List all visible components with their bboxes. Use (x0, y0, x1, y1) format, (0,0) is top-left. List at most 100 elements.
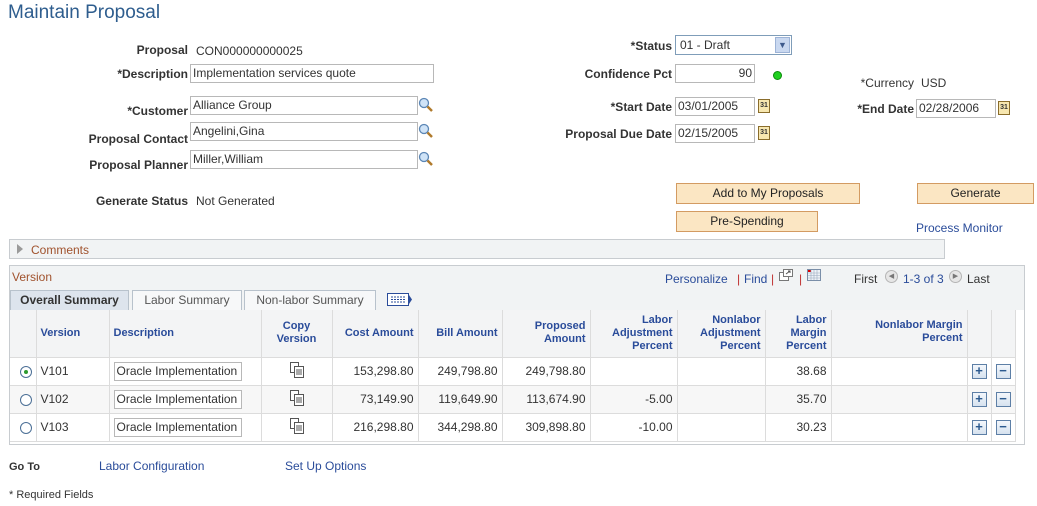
delete-row-button[interactable]: − (995, 391, 1011, 407)
col-header-cost-amount: Cost Amount (332, 310, 419, 358)
separator: | (799, 272, 803, 286)
generate-button[interactable]: Generate (917, 183, 1034, 204)
add-row-button[interactable]: + (971, 419, 987, 435)
bill-amount: 119,649.90 (418, 385, 503, 414)
end-date-input[interactable]: 02/28/2006 (916, 99, 996, 118)
end-date-calendar-icon[interactable]: 31 (998, 101, 1010, 115)
add-row-button[interactable]: + (971, 391, 987, 407)
copy-version-icon[interactable] (289, 361, 304, 378)
page-title: Maintain Proposal (8, 2, 161, 23)
status-label: *Status (630, 39, 672, 53)
due-date-calendar-icon[interactable]: 31 (758, 126, 770, 140)
add-row-button[interactable]: + (971, 363, 987, 379)
start-date-input[interactable]: 03/01/2005 (675, 97, 755, 116)
grid-title: Version (12, 270, 53, 284)
version-description-input[interactable]: Oracle Implementation (113, 389, 242, 409)
col-header-nonlabor-adjustment-percent: Nonlabor Adjustment Percent (677, 310, 766, 358)
proposed-amount: 113,674.90 (502, 385, 591, 414)
description-input[interactable]: Implementation services quote (190, 64, 434, 83)
separator: | (737, 272, 741, 286)
cost-amount: 216,298.80 (332, 413, 419, 442)
row-range: 1-3 of 3 (903, 272, 944, 286)
col-header-version: Version (36, 310, 110, 358)
confidence-pct-label: Confidence Pct (584, 67, 672, 81)
proposal-id: CON000000000025 (196, 44, 303, 58)
comments-section-header[interactable]: Comments (9, 239, 945, 259)
next-page-icon[interactable]: ▶ (949, 270, 962, 283)
add-to-my-proposals-button[interactable]: Add to My Proposals (676, 183, 860, 204)
table-row: V102 Oracle Implementation 73,149.90 119… (10, 385, 1016, 414)
planner-lookup-icon[interactable] (418, 151, 434, 167)
proposal-label: Proposal (136, 43, 188, 57)
col-header-labor-adjustment-percent: Labor Adjustment Percent (590, 310, 678, 358)
col-header-labor-margin-percent: Labor Margin Percent (765, 310, 832, 358)
col-header-select (10, 310, 37, 358)
version-link[interactable]: V103 (36, 413, 110, 442)
delete-row-button[interactable]: − (995, 419, 1011, 435)
proposal-contact-input[interactable]: Angelini,Gina (190, 122, 418, 141)
labor-configuration-link[interactable]: Labor Configuration (99, 459, 204, 473)
copy-version-icon[interactable] (289, 389, 304, 406)
version-description-input[interactable]: Oracle Implementation (113, 417, 242, 437)
go-to-label: Go To (9, 461, 40, 473)
set-up-options-link[interactable]: Set Up Options (285, 459, 366, 473)
col-header-add (967, 310, 992, 358)
start-date-label: *Start Date (610, 100, 672, 114)
customer-lookup-icon[interactable] (418, 97, 434, 113)
version-link[interactable]: V101 (36, 357, 110, 386)
col-header-bill-amount: Bill Amount (418, 310, 503, 358)
tab-labor-summary[interactable]: Labor Summary (132, 290, 242, 310)
row-select-radio[interactable] (19, 393, 32, 406)
separator: | (771, 272, 775, 286)
process-monitor-link[interactable]: Process Monitor (916, 221, 1003, 235)
row-select-radio[interactable] (19, 421, 32, 434)
generate-status-label: Generate Status (95, 194, 188, 208)
nonlabor-adjustment-percent (677, 385, 766, 414)
find-link[interactable]: Find (744, 272, 767, 286)
table-row: V103 Oracle Implementation 216,298.80 34… (10, 413, 1016, 442)
grid-header-bar: Version Personalize | Find | | First ◀ 1… (10, 266, 1024, 288)
nonlabor-adjustment-percent (677, 357, 766, 386)
delete-row-button[interactable]: − (995, 363, 1011, 379)
status-selected-value: 01 - Draft (680, 38, 731, 52)
version-table: Version Description Copy Version Cost Am… (10, 310, 1016, 442)
contact-lookup-icon[interactable] (418, 123, 434, 139)
expand-triangle-icon[interactable] (17, 244, 23, 254)
labor-adjustment-percent: -5.00 (590, 385, 678, 414)
tab-non-labor-summary[interactable]: Non-labor Summary (244, 290, 376, 310)
col-header-nonlabor-margin-percent: Nonlabor Margin Percent (831, 310, 968, 358)
pre-spending-button[interactable]: Pre-Spending (676, 211, 818, 232)
start-date-calendar-icon[interactable]: 31 (758, 99, 770, 113)
proposal-due-date-label: Proposal Due Date (565, 127, 672, 141)
required-fields-note: * Required Fields (9, 489, 94, 501)
row-select-radio[interactable] (19, 365, 32, 378)
version-grid: Version Personalize | Find | | First ◀ 1… (9, 265, 1025, 445)
customer-input[interactable]: Alliance Group (190, 96, 418, 115)
view-all-popup-icon[interactable] (779, 269, 793, 281)
currency-label: *Currency (860, 76, 914, 90)
description-label: *Description (117, 67, 188, 81)
end-date-label: *End Date (857, 102, 914, 116)
personalize-link[interactable]: Personalize (665, 272, 728, 286)
labor-margin-percent: 35.70 (765, 385, 832, 414)
previous-page-icon[interactable]: ◀ (885, 270, 898, 283)
copy-version-icon[interactable] (289, 417, 304, 434)
chevron-down-icon[interactable]: ▼ (775, 37, 790, 53)
proposed-amount: 309,898.80 (502, 413, 591, 442)
cost-amount: 73,149.90 (332, 385, 419, 414)
version-link[interactable]: V102 (36, 385, 110, 414)
version-description-input[interactable]: Oracle Implementation (113, 361, 242, 381)
table-row: V101 Oracle Implementation 153,298.80 24… (10, 357, 1016, 386)
proposal-planner-label: Proposal Planner (89, 158, 188, 172)
grid-tabs: Overall Summary Labor Summary Non-labor … (10, 288, 1024, 310)
proposal-contact-label: Proposal Contact (88, 132, 188, 146)
proposal-due-date-input[interactable]: 02/15/2005 (675, 124, 755, 143)
tab-overall-summary[interactable]: Overall Summary (10, 290, 129, 310)
show-all-columns-icon[interactable] (387, 293, 413, 306)
nonlabor-margin-percent (831, 357, 968, 386)
status-select[interactable]: 01 - Draft ▼ (675, 35, 792, 55)
labor-adjustment-percent: -10.00 (590, 413, 678, 442)
download-spreadsheet-icon[interactable] (807, 269, 821, 281)
proposal-planner-input[interactable]: Miller,William (190, 150, 418, 169)
confidence-pct-input[interactable]: 90 (675, 64, 755, 83)
